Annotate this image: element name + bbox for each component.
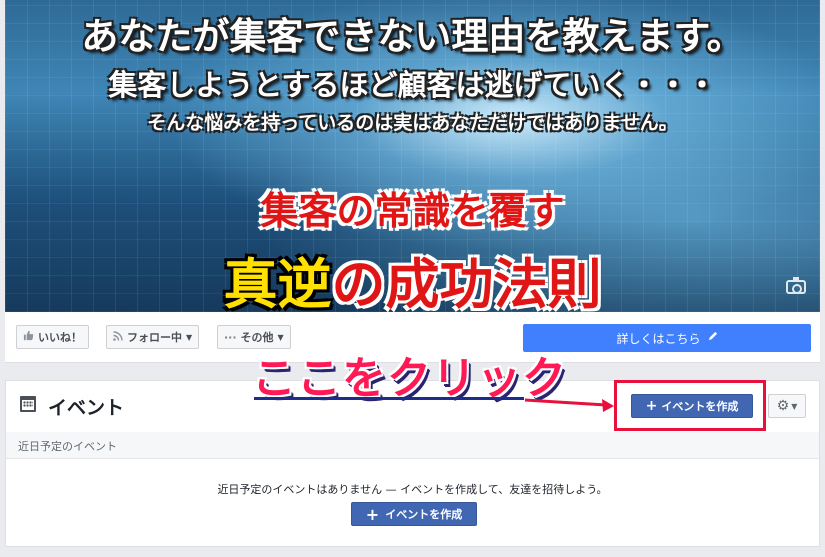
cover-tagline: 集客の常識を覆す [260,189,565,233]
create-event-button-secondary[interactable]: + イベントを作成 [351,502,477,526]
cover-caption: そんな悩みを持っているのは実はあなただけではありません。 [147,112,678,134]
like-button-label: いいね！ [38,331,82,344]
plus-icon: + [365,504,380,524]
ellipsis-icon: ··· [224,330,237,344]
cover-main-title-rest: の成功法則 [331,253,602,312]
rss-icon [113,330,123,344]
chevron-down-icon: ▼ [791,401,798,411]
thumbs-up-icon [23,330,34,344]
chevron-down-icon: ▼ [186,332,193,342]
create-event-label-secondary: イベントを作成 [385,508,463,521]
cover-subheadline: 集客しようとするほど顧客は逃げていく・・・ [108,68,717,102]
calendar-icon [20,396,36,412]
follow-button-label: フォロー中 [127,331,182,344]
pencil-icon [707,331,718,345]
like-button[interactable]: いいね！ [16,325,89,349]
cover-photo: あなたが集客できない理由を教えます。 集客しようとするほど顧客は逃げていく・・・… [5,0,820,312]
upcoming-events-label: 近日予定のイベント [18,440,117,453]
cover-main-title: 真逆の成功法則 [5,240,820,312]
settings-button[interactable]: ⚙ ▼ [768,394,806,418]
follow-button[interactable]: フォロー中 ▼ [106,325,200,349]
chevron-down-icon: ▼ [277,332,284,342]
events-title: イベント [48,397,125,419]
camera-icon[interactable] [786,277,806,294]
annotation-underline [254,397,524,400]
upcoming-events-header: 近日予定のイベント [6,432,819,459]
gear-icon: ⚙ [776,398,790,414]
empty-events-message: 近日予定のイベントはありません — イベントを作成して、友達を招待しよう。 [217,483,608,496]
cover-main-title-highlight: 真逆 [223,253,332,312]
learn-more-label: 詳しくはこちら [616,331,701,346]
annotation-highlight-box [614,380,766,431]
cover-headline: あなたが集客できない理由を教えます。 [81,15,744,58]
